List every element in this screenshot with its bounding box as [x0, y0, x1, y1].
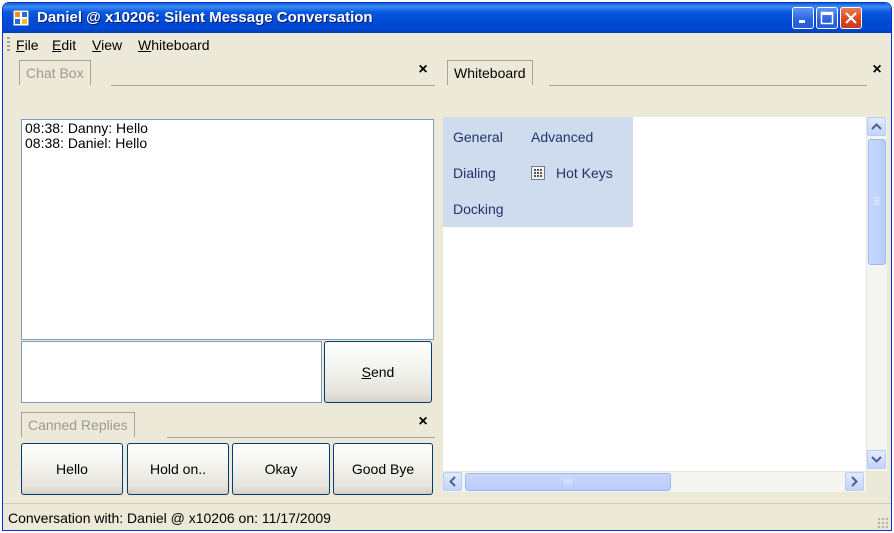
close-button[interactable] [840, 7, 862, 29]
status-bar: Conversation with: Daniel @ x10206 on: 1… [3, 503, 891, 530]
status-text: Conversation with: Daniel @ x10206 on: 1… [8, 510, 331, 526]
chat-message: 08:38: Daniel: Hello [25, 135, 148, 151]
maximize-icon [820, 11, 834, 25]
tab-whiteboard[interactable]: Whiteboard [447, 60, 533, 85]
option-hot-keys[interactable]: Hot Keys [556, 165, 613, 181]
app-window-icon[interactable] [12, 9, 30, 27]
minimize-button[interactable] [792, 7, 814, 29]
chat-message: 08:38: Danny: Hello [25, 120, 148, 136]
thumb-grip-icon [874, 197, 880, 205]
title-bar[interactable]: Daniel @ x10206: Silent Message Conversa… [3, 3, 891, 33]
menu-grip[interactable] [7, 37, 10, 53]
menu-file[interactable]: File [16, 37, 39, 53]
menu-view[interactable]: View [92, 37, 122, 53]
chat-panel-close-icon[interactable]: × [416, 62, 430, 78]
canned-panel-close-icon[interactable]: × [416, 414, 430, 430]
canned-reply-label: Hello [56, 461, 88, 477]
vertical-scrollbar[interactable] [866, 117, 887, 471]
chevron-left-icon [449, 476, 456, 487]
tab-divider [549, 85, 867, 86]
scroll-left-button[interactable] [443, 472, 462, 491]
send-button[interactable]: Send [324, 341, 432, 403]
chevron-up-icon [871, 123, 882, 130]
horizontal-scroll-thumb[interactable] [465, 473, 671, 491]
horizontal-scrollbar[interactable] [443, 471, 866, 492]
app-window: Daniel @ x10206: Silent Message Conversa… [2, 2, 892, 531]
menu-bar: File Edit View Whiteboard [3, 33, 891, 57]
close-icon [845, 12, 857, 24]
whiteboard-canvas[interactable]: General Advanced Dialing Hot Keys Dockin… [443, 117, 866, 471]
chevron-down-icon [871, 456, 882, 463]
canned-reply-label: Okay [264, 461, 298, 477]
scrollbar-corner [866, 471, 887, 492]
scroll-right-button[interactable] [845, 472, 864, 491]
canned-reply-good-bye-button[interactable]: Good Bye [333, 443, 433, 495]
chat-panel-header: Chat Box × [19, 57, 435, 87]
vertical-scroll-thumb[interactable] [868, 139, 886, 265]
option-dialing[interactable]: Dialing [453, 165, 496, 181]
message-input[interactable] [21, 341, 322, 403]
option-advanced[interactable]: Advanced [531, 129, 593, 145]
minimize-icon [799, 20, 805, 23]
whiteboard-panel-close-icon[interactable]: × [870, 62, 884, 78]
window-title: Daniel @ x10206: Silent Message Conversa… [37, 9, 373, 26]
canned-reply-okay-button[interactable]: Okay [232, 443, 330, 495]
maximize-button[interactable] [816, 7, 838, 29]
menu-whiteboard[interactable]: Whiteboard [138, 37, 210, 53]
canned-reply-hold-on-button[interactable]: Hold on.. [127, 443, 229, 495]
whiteboard-panel-header: Whiteboard × [443, 57, 889, 87]
resize-grip-icon[interactable] [877, 517, 889, 529]
tab-divider [111, 85, 435, 86]
whiteboard-options-menu: General Advanced Dialing Hot Keys Dockin… [443, 117, 633, 227]
canned-reply-label: Hold on.. [149, 461, 207, 477]
option-general[interactable]: General [453, 129, 503, 145]
panel-splitter[interactable] [437, 85, 441, 493]
tab-chat-box[interactable]: Chat Box [19, 60, 91, 85]
menu-edit[interactable]: Edit [52, 37, 76, 53]
canned-reply-label: Good Bye [351, 461, 415, 477]
thumb-grip-icon [564, 479, 572, 485]
send-button-label: Send [361, 364, 395, 380]
scroll-down-button[interactable] [867, 450, 886, 469]
option-docking[interactable]: Docking [453, 201, 504, 217]
chat-history[interactable]: 08:38: Danny: Hello 08:38: Daniel: Hello [21, 119, 434, 340]
chevron-right-icon [851, 476, 858, 487]
tab-divider [167, 437, 435, 438]
canned-panel-header: Canned Replies × [19, 409, 435, 439]
canned-reply-hello-button[interactable]: Hello [21, 443, 123, 495]
scroll-up-button[interactable] [867, 117, 886, 136]
keypad-icon [531, 166, 545, 180]
tab-canned-replies[interactable]: Canned Replies [21, 412, 135, 437]
